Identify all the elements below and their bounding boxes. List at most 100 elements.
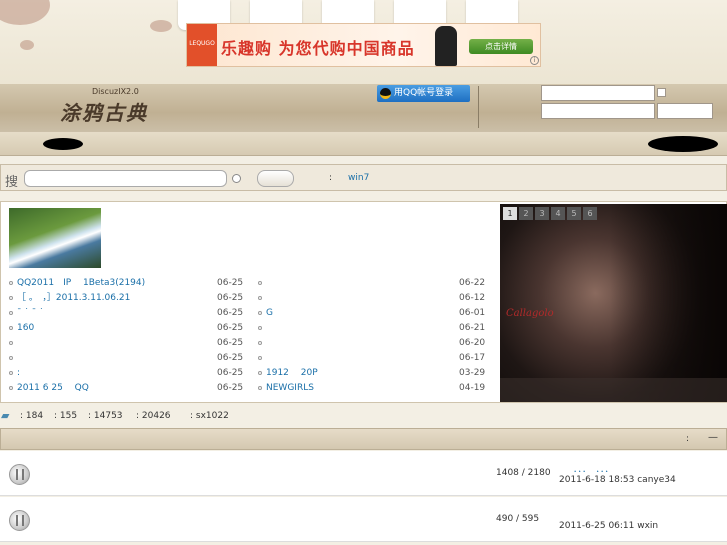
- redacted-nav-item[interactable]: [648, 136, 718, 152]
- hot-label: :: [329, 173, 333, 183]
- model-figure: [435, 26, 457, 66]
- slide-number-button[interactable]: 5: [567, 207, 581, 220]
- thread-date: 03-29: [459, 368, 486, 378]
- thread-title[interactable]: ［ 。 ，］2011.3.11.06.21: [17, 293, 130, 303]
- qq-login-label: 用QQ帐号登录: [394, 88, 454, 98]
- thread-title[interactable]: 160: [17, 323, 34, 333]
- slideshow[interactable]: Callagolo 123456: [500, 204, 727, 402]
- blossom-decoration: [150, 20, 172, 32]
- stat-members: : 20426: [136, 411, 171, 421]
- slide-number-button[interactable]: 4: [551, 207, 565, 220]
- thread-title[interactable]: ˉ ˙ ˉ ˙: [17, 308, 44, 318]
- branch-decoration: [0, 0, 50, 25]
- moderator-label: :: [686, 434, 690, 444]
- thread-link[interactable]: [258, 292, 266, 305]
- thread-date: 06-01: [459, 308, 486, 318]
- thread-date: 06-12: [459, 293, 486, 303]
- thread-link[interactable]: 1912 20P: [258, 367, 318, 380]
- thread-date: 06-20: [459, 338, 486, 348]
- thread-link[interactable]: G: [258, 307, 273, 320]
- stat-newest-member[interactable]: : sx1022: [190, 411, 229, 421]
- bullet-icon: [258, 325, 262, 330]
- slide-signature: Callagolo: [506, 308, 554, 319]
- divider: [478, 86, 479, 128]
- forum-stats: ▰ : 184 : 155 : 14753 : 20426 : sx1022: [0, 408, 727, 424]
- thread-date: 06-25: [217, 353, 244, 363]
- bullet-icon: [258, 370, 262, 375]
- remember-checkbox[interactable]: [657, 88, 666, 97]
- bullet-icon: [258, 280, 262, 285]
- search-icon: 搜: [5, 175, 19, 190]
- thread-date: 06-25: [217, 368, 244, 378]
- thread-link[interactable]: [258, 277, 266, 290]
- bullet-icon: [258, 310, 262, 315]
- search-bar: 搜 : win7: [0, 164, 727, 191]
- banner-slogan: 乐趣购 为您代购中国商品: [221, 39, 415, 58]
- thread-link[interactable]: ［ 。 ，］2011.3.11.06.21: [9, 292, 130, 305]
- thread-link[interactable]: 160: [9, 322, 34, 335]
- thread-date: 06-25: [217, 293, 244, 303]
- thread-link[interactable]: [9, 337, 17, 350]
- thread-link[interactable]: [258, 322, 266, 335]
- blossom-decoration: [20, 40, 34, 50]
- password-input[interactable]: [541, 103, 655, 119]
- bullet-icon: [258, 385, 262, 390]
- thread-date: 06-22: [459, 278, 486, 288]
- slide-number-button[interactable]: 2: [519, 207, 533, 220]
- collapse-icon[interactable]: —: [708, 432, 718, 443]
- forum-status-icon: [9, 464, 30, 485]
- thread-date: 06-25: [217, 278, 244, 288]
- thread-title[interactable]: NEWGIRLS: [266, 383, 314, 393]
- last-post-info[interactable]: 2011-6-25 06:11 wxin: [559, 521, 658, 531]
- search-scope-radio[interactable]: [232, 174, 241, 183]
- last-post-info[interactable]: 2011-6-18 18:53 canye34: [559, 475, 676, 485]
- thread-title[interactable]: QQ2011 IP 1Beta3(2194): [17, 278, 145, 288]
- ad-banner[interactable]: LEQUGO 乐趣购 为您代购中国商品 点击详情 i: [186, 23, 541, 67]
- waterfall-thumbnail[interactable]: [9, 208, 101, 268]
- thread-link[interactable]: 2011 6 25 QQ: [9, 382, 89, 395]
- bullet-icon: [258, 340, 262, 345]
- thread-date: 04-19: [459, 383, 486, 393]
- thread-title[interactable]: G: [266, 308, 273, 318]
- stats-icon: ▰: [1, 409, 10, 422]
- forum-row[interactable]: 1408 / 2180 ．．． ．．． 2011-6-18 18:53 canye3…: [0, 451, 727, 496]
- qq-login-button[interactable]: 用QQ帐号登录: [377, 85, 470, 102]
- thread-link[interactable]: ˉ ˙ ˉ ˙: [9, 307, 44, 320]
- thread-link[interactable]: QQ2011 IP 1Beta3(2194): [9, 277, 145, 290]
- thread-link[interactable]: [258, 352, 266, 365]
- stat-posts: : 14753: [88, 411, 123, 421]
- redacted-nav-item[interactable]: [43, 138, 83, 150]
- stat-yesterday: : 155: [54, 411, 78, 421]
- banner-details-button[interactable]: 点击详情: [469, 39, 533, 54]
- thread-title[interactable]: 2011 6 25 QQ: [17, 383, 89, 393]
- bullet-icon: [9, 325, 13, 330]
- forum-row[interactable]: 490 / 595 2011-6-25 06:11 wxin: [0, 497, 727, 542]
- username-input[interactable]: [541, 85, 655, 101]
- site-logo[interactable]: 涂鸦古典: [60, 97, 148, 126]
- forum-counts: 490 / 595: [496, 514, 540, 524]
- version-label: DiscuzIX2.0: [92, 87, 139, 96]
- bullet-icon: [9, 310, 13, 315]
- slide-number-button[interactable]: 1: [503, 207, 517, 220]
- slide-number-button[interactable]: 6: [583, 207, 597, 220]
- bullet-icon: [9, 370, 13, 375]
- thread-date: 06-21: [459, 323, 486, 333]
- slide-number-button[interactable]: 3: [535, 207, 549, 220]
- search-button[interactable]: [257, 170, 294, 187]
- thread-link[interactable]: [258, 337, 266, 350]
- thread-link[interactable]: NEWGIRLS: [258, 382, 314, 395]
- search-input[interactable]: [24, 170, 227, 187]
- thread-title[interactable]: 1912 20P: [266, 368, 318, 378]
- thread-date: 06-25: [217, 338, 244, 348]
- hot-search-link[interactable]: win7: [348, 173, 369, 183]
- thread-link[interactable]: :: [9, 367, 20, 380]
- thread-link[interactable]: [9, 352, 17, 365]
- thread-title[interactable]: :: [17, 368, 20, 378]
- bullet-icon: [258, 295, 262, 300]
- bullet-icon: [9, 295, 13, 300]
- stat-today: : 184: [20, 411, 44, 421]
- forum-counts: 1408 / 2180: [496, 468, 551, 478]
- login-submit-button[interactable]: [657, 103, 713, 119]
- info-icon[interactable]: i: [530, 56, 539, 65]
- last-post-title[interactable]: ．．． ．．．: [573, 462, 614, 475]
